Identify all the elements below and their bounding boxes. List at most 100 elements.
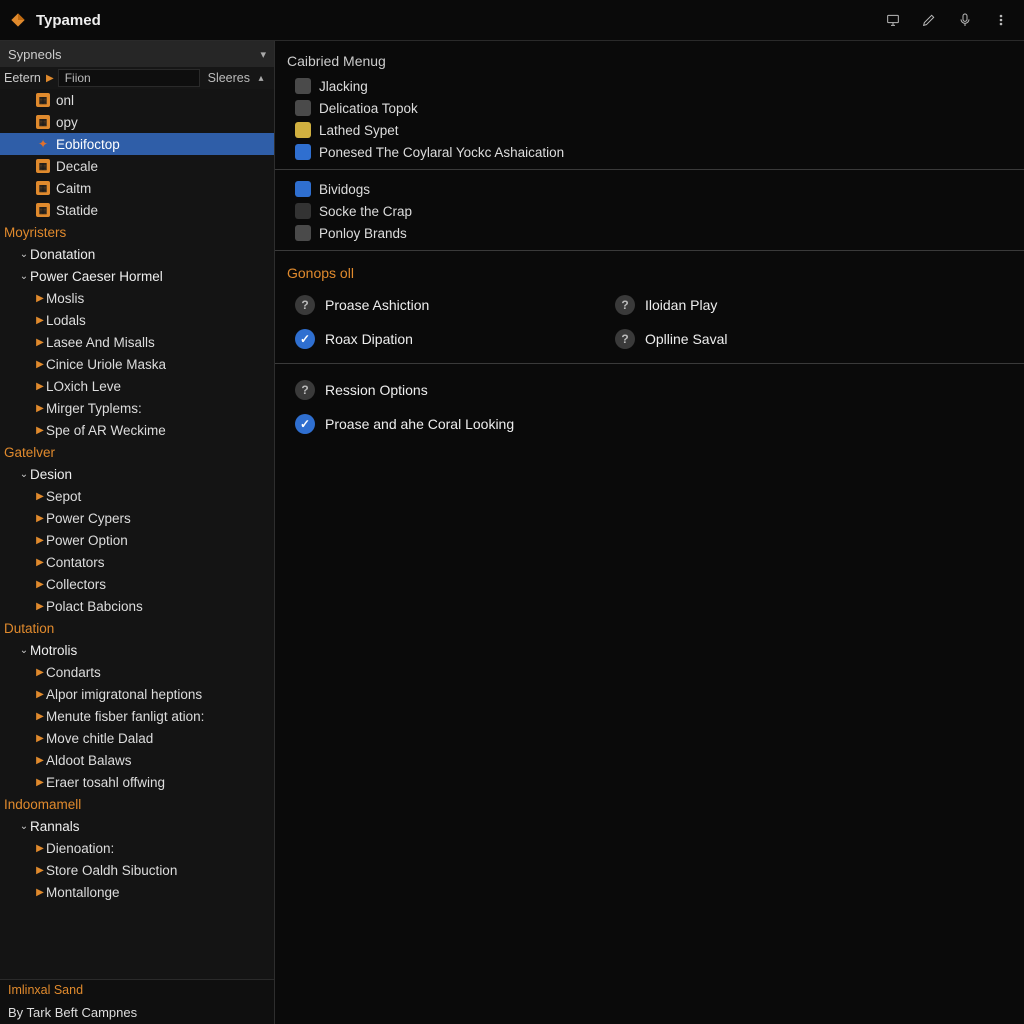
item-label: Bividogs	[319, 182, 370, 197]
sidebar-footer: Imlinxal Sand By Tark Beft Campnes	[0, 979, 274, 1024]
option-label: Iloidan Play	[645, 297, 717, 313]
radio-icon: ?	[615, 329, 635, 349]
sidebar-item[interactable]: ▶Polact Babcions	[0, 595, 274, 617]
arrow-icon: ▶	[34, 293, 46, 304]
sidebar-item[interactable]: ▶Eraer tosahl offwing	[0, 771, 274, 793]
sidebar-item[interactable]: ▶Montallonge	[0, 881, 274, 903]
sidebar-item[interactable]: ▶Lodals	[0, 309, 274, 331]
arrow-icon: ▶	[34, 601, 46, 612]
sidebar-subcategory[interactable]: ⌄Power Caeser Hormel	[0, 265, 274, 287]
item-label: Eobifoctop	[56, 137, 120, 152]
sidebar-item[interactable]: ▶Alpor imigratonal heptions	[0, 683, 274, 705]
sidebar-subcategory[interactable]: ⌄Desion	[0, 463, 274, 485]
item-label: Moslis	[46, 291, 84, 306]
sidebar-item[interactable]: ▶Move chitle Dalad	[0, 727, 274, 749]
scroll-up-icon[interactable]: ▴	[254, 73, 268, 84]
filter-arrow-icon: ▶	[46, 73, 54, 84]
toolbar-edit-icon[interactable]	[914, 5, 944, 35]
sidebar-item[interactable]: ▶Lasee And Misalls	[0, 331, 274, 353]
sidebar-quick-item[interactable]: ▦ Statide	[0, 199, 274, 221]
arrow-icon: ▶	[34, 777, 46, 788]
sidebar-subcategory[interactable]: ⌄Motrolis	[0, 639, 274, 661]
radio-icon: ✓	[295, 414, 315, 434]
sidebar-quick-item[interactable]: ✦Eobifoctop	[0, 133, 274, 155]
menu-item[interactable]: Lathed Sypet	[275, 119, 1024, 141]
sidebar-panel-header[interactable]: Sypneols ▾	[0, 41, 274, 67]
toolbar-mic-icon[interactable]	[950, 5, 980, 35]
menu-section-title: Caibried Menug	[275, 41, 1024, 75]
sidebar-quick-item[interactable]: ▦opy	[0, 111, 274, 133]
bullet-icon	[295, 78, 311, 94]
item-icon: ▦	[36, 203, 50, 217]
item-label: Dienoation:	[46, 841, 114, 856]
option-item[interactable]: ?Proase Ashiction	[295, 295, 595, 315]
sidebar-item[interactable]: ▶Contators	[0, 551, 274, 573]
sidebar-item[interactable]: ▶Dienoation:	[0, 837, 274, 859]
footer-line-2: By Tark Beft Campnes	[0, 1000, 274, 1024]
arrow-icon: ▶	[34, 733, 46, 744]
menu-item[interactable]: Ponesed The Coylaral Yockc Ashaication	[275, 141, 1024, 163]
option-label: Proase Ashiction	[325, 297, 429, 313]
sidebar-item[interactable]: ▶Power Cypers	[0, 507, 274, 529]
sidebar-category[interactable]: Dutation	[0, 617, 274, 639]
item-label: Sepot	[46, 489, 81, 504]
sidebar-item[interactable]: ▶Power Option	[0, 529, 274, 551]
arrow-icon: ▶	[34, 403, 46, 414]
option-item[interactable]: ?Oplline Saval	[615, 329, 915, 349]
menu-item[interactable]: Jlacking	[275, 75, 1024, 97]
sidebar-item[interactable]: ▶Moslis	[0, 287, 274, 309]
sidebar-quick-item[interactable]: ▦Decale	[0, 155, 274, 177]
menu-item[interactable]: Delicatioa Topok	[275, 97, 1024, 119]
item-icon: ▦	[36, 181, 50, 195]
option-item[interactable]: ✓Roax Dipation	[295, 329, 595, 349]
sidebar-item[interactable]: ▶Condarts	[0, 661, 274, 683]
expand-icon[interactable]: ⌄	[18, 821, 30, 832]
item-label: Power Option	[46, 533, 128, 548]
expand-icon[interactable]: ⌄	[18, 271, 30, 282]
arrow-icon: ▶	[34, 755, 46, 766]
arrow-icon: ▶	[34, 337, 46, 348]
toolbar-more-icon[interactable]	[986, 5, 1016, 35]
sidebar-item[interactable]: ▶Sepot	[0, 485, 274, 507]
toolbar-monitor-icon[interactable]	[878, 5, 908, 35]
sidebar-subcategory[interactable]: ⌄Rannals	[0, 815, 274, 837]
option-label: Ression Options	[325, 382, 428, 398]
sidebar-quick-item[interactable]: ▦onl	[0, 89, 274, 111]
radio-icon: ?	[615, 295, 635, 315]
sidebar-item[interactable]: ▶Spe of AR Weckime	[0, 419, 274, 441]
sidebar-category[interactable]: Gatelver	[0, 441, 274, 463]
arrow-icon: ▶	[34, 843, 46, 854]
sidebar-quick-item[interactable]: ▦Caitm	[0, 177, 274, 199]
option-item[interactable]: ?Ression Options	[295, 380, 1024, 400]
sidebar-item[interactable]: ▶Cinice Uriole Maska	[0, 353, 274, 375]
arrow-icon: ▶	[34, 887, 46, 898]
sidebar-item[interactable]: ▶Collectors	[0, 573, 274, 595]
expand-icon[interactable]: ⌄	[18, 469, 30, 480]
sidebar-item[interactable]: ▶Store Oaldh Sibuction	[0, 859, 274, 881]
expand-icon[interactable]: ⌄	[18, 249, 30, 260]
chevron-down-icon[interactable]: ▾	[260, 48, 266, 61]
sidebar-item[interactable]: ▶Menute fisber fanligt ation:	[0, 705, 274, 727]
item-label: Mirger Typlems:	[46, 401, 142, 416]
menu-item[interactable]: Ponloy Brands	[275, 222, 1024, 244]
arrow-icon: ▶	[34, 381, 46, 392]
option-item[interactable]: ✓Proase and ahe Coral Looking	[295, 414, 1024, 434]
sidebar-category[interactable]: Moyristers	[0, 221, 274, 243]
sidebar-item[interactable]: ▶Mirger Typlems:	[0, 397, 274, 419]
sidebar-item[interactable]: ▶LOxich Leve	[0, 375, 274, 397]
expand-icon[interactable]: ⌄	[18, 645, 30, 656]
arrow-icon: ▶	[34, 535, 46, 546]
sort-label[interactable]: Sleeres	[208, 71, 250, 85]
sidebar-category[interactable]: Indoomamell	[0, 793, 274, 815]
item-label: LOxich Leve	[46, 379, 121, 394]
sidebar-item[interactable]: ▶Aldoot Balaws	[0, 749, 274, 771]
sidebar-subcategory[interactable]: ⌄Donatation	[0, 243, 274, 265]
sidebar-panel-title: Sypneols	[8, 47, 61, 62]
item-label: Statide	[56, 203, 98, 218]
menu-item[interactable]: Bividogs	[275, 178, 1024, 200]
item-label: Jlacking	[319, 79, 368, 94]
option-item[interactable]: ? Iloidan Play	[615, 295, 915, 315]
item-label: Contators	[46, 555, 105, 570]
menu-item[interactable]: Socke the Crap	[275, 200, 1024, 222]
filter-value[interactable]: Fiion	[58, 69, 200, 87]
